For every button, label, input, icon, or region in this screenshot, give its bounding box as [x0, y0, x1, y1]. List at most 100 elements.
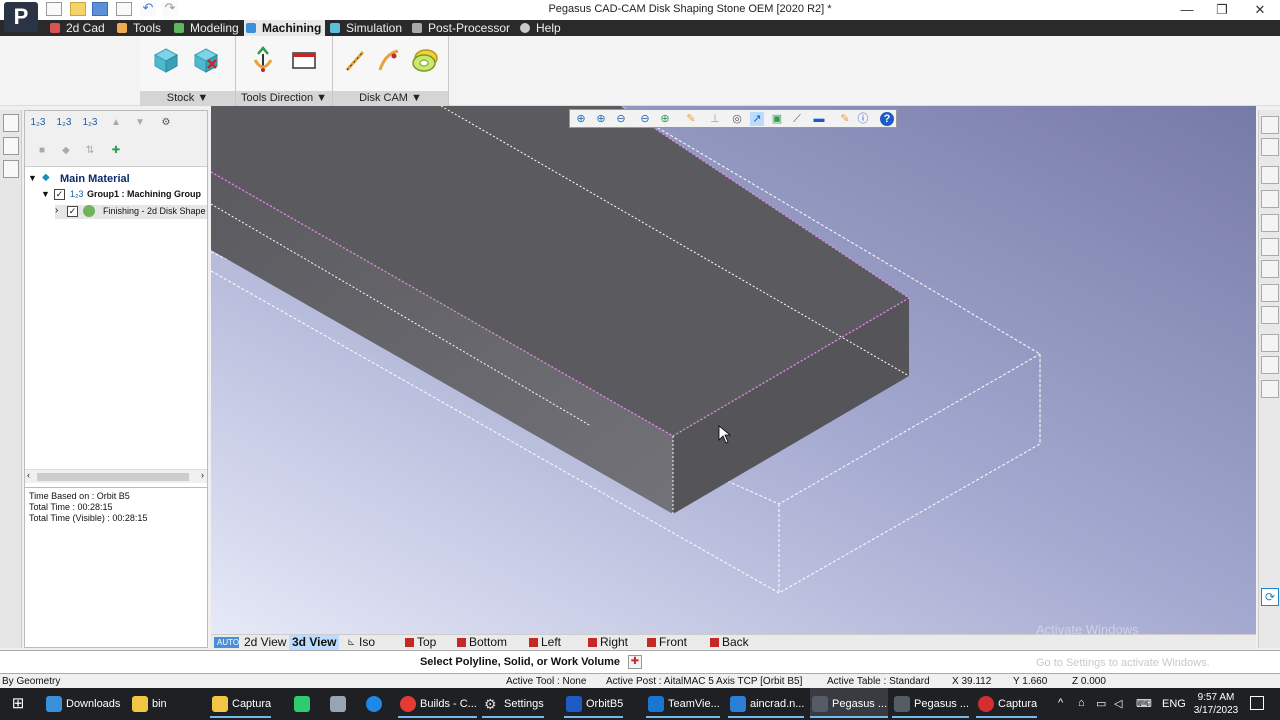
renumber-operation-icon[interactable]: 1₂3 [81, 114, 99, 132]
taskbar-item-pegasus-2[interactable]: Pegasus ... [892, 688, 970, 718]
taskbar-item-vscode[interactable]: aincrad.n... [728, 688, 805, 718]
notifications-icon[interactable] [1250, 696, 1264, 710]
snap-angle-icon[interactable] [1261, 334, 1279, 352]
rotate-icon[interactable]: ◎ [730, 112, 744, 126]
menu-item-tools[interactable]: Tools [115, 20, 161, 36]
tab-top[interactable]: Top [403, 635, 436, 650]
stock-gray-icon[interactable]: ■ [33, 142, 51, 160]
ribbon-group-label[interactable]: Disk CAM ▼ [333, 91, 448, 106]
auto-view-button[interactable]: AUTO [214, 637, 240, 648]
sync-icon[interactable]: ⟳ [1261, 588, 1279, 606]
taskbar-item-pegasus-1[interactable]: Pegasus ... [810, 688, 888, 718]
tab-iso[interactable]: ⊾ Iso [345, 635, 375, 650]
taskbar-item-wechat[interactable] [292, 688, 312, 720]
keyboard-icon[interactable]: ⌨ [1136, 697, 1152, 710]
tray-app-icon[interactable]: ⌂ [1078, 697, 1085, 709]
sort-gray-icon[interactable]: ⇅ [81, 142, 99, 160]
taskbar-clock[interactable]: 9:57 AM 3/17/2023 [1188, 691, 1244, 717]
menu-item-modeling[interactable]: Modeling [172, 20, 239, 36]
taskbar-item-chrome[interactable]: Builds - C... [398, 688, 477, 718]
group-checkbox[interactable]: ✓ [54, 189, 65, 200]
maximize-button[interactable]: ❐ [1207, 2, 1237, 18]
snap-midpoint-icon[interactable] [1261, 190, 1279, 208]
tree-node-finishing[interactable]: › ✓ Finishing - 2d Disk Shape [55, 205, 207, 219]
scroll-right-icon[interactable]: › [201, 470, 204, 480]
tool-table-button[interactable] [290, 46, 318, 74]
snap-center-icon[interactable] [1261, 238, 1279, 256]
renumber-icon[interactable]: 1₂3 [29, 114, 47, 132]
operation-checkbox[interactable]: ✓ [67, 206, 78, 217]
help-icon[interactable]: ? [880, 112, 894, 126]
prompt-option-icon[interactable]: ✚ [628, 655, 642, 669]
zoom-previous-icon[interactable]: ⊖ [638, 112, 652, 126]
volume-icon[interactable]: ◁ [1114, 697, 1122, 710]
menu-item-simulation[interactable]: Simulation [328, 20, 402, 36]
tree-horizontal-scrollbar[interactable]: ‹ › [25, 469, 207, 483]
axis-icon[interactable]: ⊥ [708, 112, 722, 126]
taskbar-item-edge[interactable] [364, 688, 384, 720]
ribbon-group-label[interactable]: Tools Direction ▼ [236, 91, 332, 106]
material-gray-icon[interactable]: ◆ [57, 142, 75, 160]
ribbon-group-label[interactable]: Stock ▼ [140, 91, 235, 106]
menu-item-help[interactable]: Help [518, 20, 561, 36]
minimize-button[interactable]: — [1172, 2, 1202, 18]
tab-front[interactable]: Front [645, 635, 687, 650]
3d-viewport[interactable]: Activate Windows [211, 106, 1256, 634]
disk-curve-button[interactable] [375, 46, 403, 74]
zoom-area-icon[interactable]: ⊕ [594, 112, 608, 126]
zoom-out-icon[interactable]: ⊖ [614, 112, 628, 126]
network-icon[interactable]: ▭ [1096, 697, 1106, 710]
renumber-group-icon[interactable]: 1₂3 [55, 114, 73, 132]
snap-circle-icon[interactable] [1261, 284, 1279, 302]
move-down-icon[interactable]: ▼ [131, 114, 149, 132]
stock-delete-button[interactable] [192, 46, 220, 74]
snap-endpoint-icon[interactable] [1261, 166, 1279, 184]
add-operation-icon[interactable]: ✚ [107, 142, 125, 160]
taskbar-item-settings[interactable]: ⚙ Settings [482, 688, 544, 718]
tool-direction-button[interactable] [249, 46, 277, 74]
tab-bottom[interactable]: Bottom [455, 635, 507, 650]
taskbar-item-orbitb5[interactable]: OrbitB5 [564, 688, 624, 718]
measure-icon[interactable]: ✎ [684, 112, 698, 126]
zoom-in-icon[interactable]: ⊕ [574, 112, 588, 126]
settings-icon[interactable]: ⚙ [157, 114, 175, 132]
close-button[interactable]: ✕ [1245, 2, 1275, 18]
taskbar-item-app[interactable] [328, 688, 348, 720]
menu-item-2d-cad[interactable]: 2d Cad [48, 20, 105, 36]
tool-list-icon[interactable] [3, 137, 19, 155]
tab-2d-view[interactable]: 2d View [241, 635, 286, 650]
tab-back[interactable]: Back [708, 635, 749, 650]
stock-box-button[interactable] [152, 46, 180, 74]
disk-line-button[interactable] [341, 46, 369, 74]
layers-icon[interactable] [3, 160, 19, 178]
tree-view-icon[interactable] [3, 114, 19, 132]
grid-snap-icon[interactable] [1261, 380, 1279, 398]
collapse-arrow-icon[interactable]: › [55, 205, 58, 216]
snap-quadrant-icon[interactable] [1261, 306, 1279, 324]
taskbar-item-captura-folder[interactable]: Captura [210, 688, 272, 718]
tab-right[interactable]: Right [586, 635, 628, 650]
snap-intersection-icon[interactable] [1261, 260, 1279, 278]
move-up-icon[interactable]: ▲ [107, 114, 125, 132]
tray-overflow-icon[interactable]: ^ [1058, 697, 1063, 709]
section-icon[interactable]: ⟋ [790, 112, 804, 126]
magnet-icon[interactable] [1261, 116, 1279, 134]
tab-3d-view[interactable]: 3d View [289, 635, 340, 650]
grid-icon[interactable] [1261, 356, 1279, 374]
taskbar-item-bin[interactable]: bin [130, 688, 167, 720]
scroll-left-icon[interactable]: ‹ [27, 470, 30, 480]
status-selection-mode[interactable]: By Geometry [2, 675, 60, 688]
expand-arrow-icon[interactable]: ▼ [28, 173, 37, 183]
highlight-icon[interactable]: ✎ [838, 112, 852, 126]
render-icon[interactable]: ▣ [770, 112, 784, 126]
taskbar-item-teamviewer[interactable]: TeamVie... [646, 688, 720, 718]
taskbar-item-captura[interactable]: Captura [976, 688, 1038, 718]
scrollbar-thumb[interactable] [37, 473, 189, 481]
taskbar-item-downloads[interactable]: Downloads [44, 688, 120, 720]
windows-start-icon[interactable]: ⊞ [10, 696, 26, 712]
app-logo[interactable]: P [4, 2, 38, 32]
disk-shape-button[interactable] [411, 46, 439, 74]
snap-line-icon[interactable] [1261, 214, 1279, 232]
menu-item-machining[interactable]: Machining [244, 20, 326, 36]
language-indicator[interactable]: ENG [1162, 688, 1186, 720]
